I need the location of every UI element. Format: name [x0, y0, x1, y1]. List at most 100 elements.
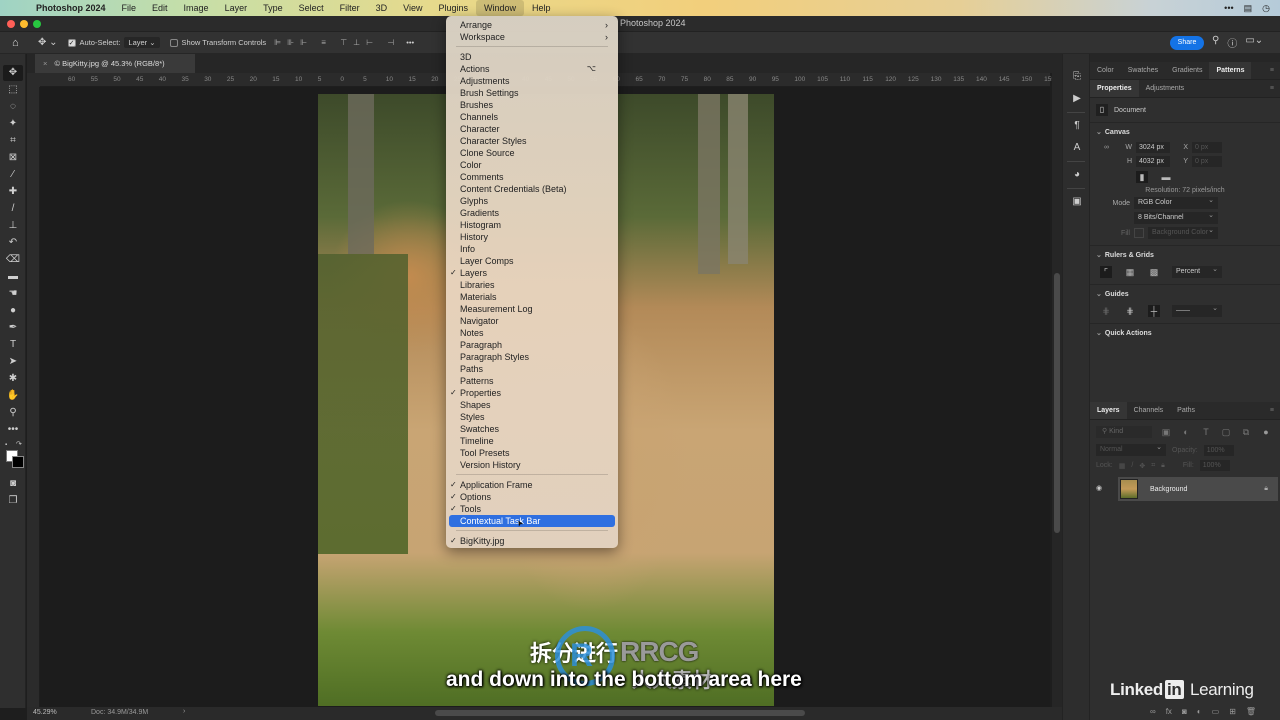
menu-item-gradients[interactable]: Gradients: [446, 207, 618, 219]
help-icon[interactable]: ⓘ: [1227, 35, 1237, 50]
menu-item-patterns[interactable]: Patterns: [446, 375, 618, 387]
menu-item-histogram[interactable]: Histogram: [446, 219, 618, 231]
magic-wand-tool[interactable]: ✦: [3, 116, 23, 132]
smudge-tool[interactable]: ☚: [3, 286, 23, 302]
workspace-icon[interactable]: ▭⌄: [1245, 35, 1263, 50]
trash-icon[interactable]: 🗑︎: [1246, 707, 1256, 716]
search-icon[interactable]: ⚲: [1212, 35, 1219, 50]
menu-help[interactable]: Help: [524, 0, 559, 16]
color-mode-dropdown[interactable]: RGB Color: [1134, 195, 1218, 209]
menu-item-brushes[interactable]: Brushes: [446, 99, 618, 111]
lock-pixels-icon[interactable]: ▦: [1119, 462, 1126, 470]
menu-item-libraries[interactable]: Libraries: [446, 279, 618, 291]
menu-view[interactable]: View: [395, 0, 430, 16]
lock-position-icon[interactable]: ✥: [1139, 462, 1145, 470]
status-menu-arrow[interactable]: ›: [183, 708, 185, 715]
menu-item-actions[interactable]: Actions ⌥: [446, 63, 618, 75]
ruler-units-dropdown[interactable]: Percent: [1172, 264, 1222, 278]
lock-paint-icon[interactable]: /: [1131, 462, 1133, 469]
menu-item-clone-source[interactable]: Clone Source: [446, 147, 618, 159]
rulers-toggle-icon[interactable]: ⌜: [1100, 266, 1112, 278]
frame-tool[interactable]: ⊠: [3, 150, 23, 166]
menu-item-layers[interactable]: ✓ Layers: [446, 267, 618, 279]
smart-guides-icon[interactable]: ┼: [1148, 305, 1160, 317]
tab-channels[interactable]: Channels: [1127, 402, 1171, 419]
fx-icon[interactable]: fx: [1166, 707, 1172, 716]
eraser-tool[interactable]: ⌫: [3, 252, 23, 268]
link-dimensions-icon[interactable]: ∞: [1104, 144, 1114, 151]
scroll-thumb[interactable]: [1054, 273, 1060, 533]
fill-swatch[interactable]: [1134, 228, 1144, 238]
menu-item-color[interactable]: Color: [446, 159, 618, 171]
toolbar-grip[interactable]: [0, 54, 25, 64]
menu-item-application-frame[interactable]: ✓ Application Frame: [446, 479, 618, 491]
filter-toggle-icon[interactable]: ●: [1260, 426, 1272, 438]
menu-window[interactable]: Window: [476, 0, 525, 16]
eyedropper-tool[interactable]: ⁄: [3, 167, 23, 183]
menu-item-3d[interactable]: 3D: [446, 51, 618, 63]
blend-mode-dropdown[interactable]: Normal: [1096, 442, 1166, 456]
menu-item-glyphs[interactable]: Glyphs: [446, 195, 618, 207]
canvas-horizontal-scrollbar[interactable]: [435, 710, 805, 716]
filter-pixel-icon[interactable]: ▣: [1160, 426, 1172, 438]
menu-file[interactable]: File: [114, 0, 145, 16]
paragraph-panel-icon[interactable]: ¶: [1067, 117, 1087, 135]
vertical-ruler[interactable]: [27, 87, 40, 707]
menu-item-character[interactable]: Character: [446, 123, 618, 135]
home-icon[interactable]: ⌂: [12, 37, 26, 49]
bit-depth-dropdown[interactable]: 8 Bits/Channel: [1134, 210, 1218, 224]
menu-app-name[interactable]: Photoshop 2024: [36, 0, 114, 16]
tab-color[interactable]: Color: [1090, 62, 1121, 79]
tab-properties[interactable]: Properties: [1090, 80, 1139, 97]
mask-icon[interactable]: ◙: [1182, 707, 1187, 716]
canvas-vertical-scrollbar[interactable]: [1052, 73, 1062, 707]
adjustment-icon[interactable]: ◐: [1197, 707, 1202, 716]
quick-mask-tool[interactable]: ◙: [3, 476, 23, 492]
control-center-icon[interactable]: ▤: [1244, 3, 1253, 14]
tab-patterns[interactable]: Patterns: [1209, 62, 1252, 79]
show-transform-checkbox[interactable]: [169, 38, 178, 47]
actions-play-icon[interactable]: ▶: [1067, 90, 1087, 108]
close-tab-icon[interactable]: ×: [43, 59, 47, 68]
menu-select[interactable]: Select: [291, 0, 332, 16]
menu-item-notes[interactable]: Notes: [446, 327, 618, 339]
opacity-field[interactable]: 100%: [1203, 444, 1234, 456]
character-panel-icon[interactable]: A: [1067, 139, 1087, 157]
tab-adjustments[interactable]: Adjustments: [1139, 80, 1192, 97]
share-button[interactable]: Share: [1170, 36, 1204, 50]
quick-actions-header[interactable]: ⌄ Quick Actions: [1090, 323, 1280, 340]
filter-smart-icon[interactable]: ⧉: [1240, 426, 1252, 438]
menu-plugins[interactable]: Plugins: [430, 0, 476, 16]
screen-mode-tool[interactable]: ❐: [3, 493, 23, 509]
guide-style-dropdown[interactable]: ——: [1172, 303, 1222, 317]
group-icon[interactable]: ▭: [1212, 707, 1220, 716]
move-tool-icon[interactable]: ✥ ⌄: [38, 37, 58, 48]
path-selection-tool[interactable]: ➤: [3, 354, 23, 370]
background-color-swatch[interactable]: [12, 456, 24, 468]
panel-menu-icon[interactable]: ≡: [1270, 402, 1274, 419]
swap-colors-icon[interactable]: ↷: [16, 440, 22, 448]
menu-item-arrange[interactable]: Arrange ›: [446, 19, 618, 31]
menu-item-options[interactable]: ✓ Options: [446, 491, 618, 503]
move-tool[interactable]: ✥: [3, 65, 23, 81]
layer-kind-filter[interactable]: ⚲ Kind: [1096, 426, 1152, 438]
more-icon[interactable]: •••: [1224, 3, 1233, 13]
shape-tool[interactable]: ✱: [3, 371, 23, 387]
auto-select-checkbox[interactable]: ✓: [67, 38, 76, 47]
landscape-orientation-icon[interactable]: ▬: [1160, 171, 1172, 183]
menu-type[interactable]: Type: [255, 0, 291, 16]
menu-item-brush-settings[interactable]: Brush Settings: [446, 87, 618, 99]
tab-gradients[interactable]: Gradients: [1165, 62, 1209, 79]
layer-row-background[interactable]: Background 🔒︎: [1118, 477, 1278, 501]
menu-filter[interactable]: Filter: [332, 0, 368, 16]
filter-type-icon[interactable]: T: [1200, 426, 1212, 438]
menu-item-comments[interactable]: Comments: [446, 171, 618, 183]
y-field[interactable]: 0 px: [1192, 156, 1222, 167]
panel-menu-icon[interactable]: ≡: [1270, 80, 1274, 97]
hand-tool[interactable]: ✋: [3, 388, 23, 404]
menu-item-measurement-log[interactable]: Measurement Log: [446, 303, 618, 315]
healing-brush-tool[interactable]: ✚: [3, 184, 23, 200]
show-guides-icon[interactable]: ⋕: [1100, 305, 1112, 317]
fill-dropdown[interactable]: Background Color: [1148, 225, 1218, 239]
menu-item-character-styles[interactable]: Character Styles: [446, 135, 618, 147]
